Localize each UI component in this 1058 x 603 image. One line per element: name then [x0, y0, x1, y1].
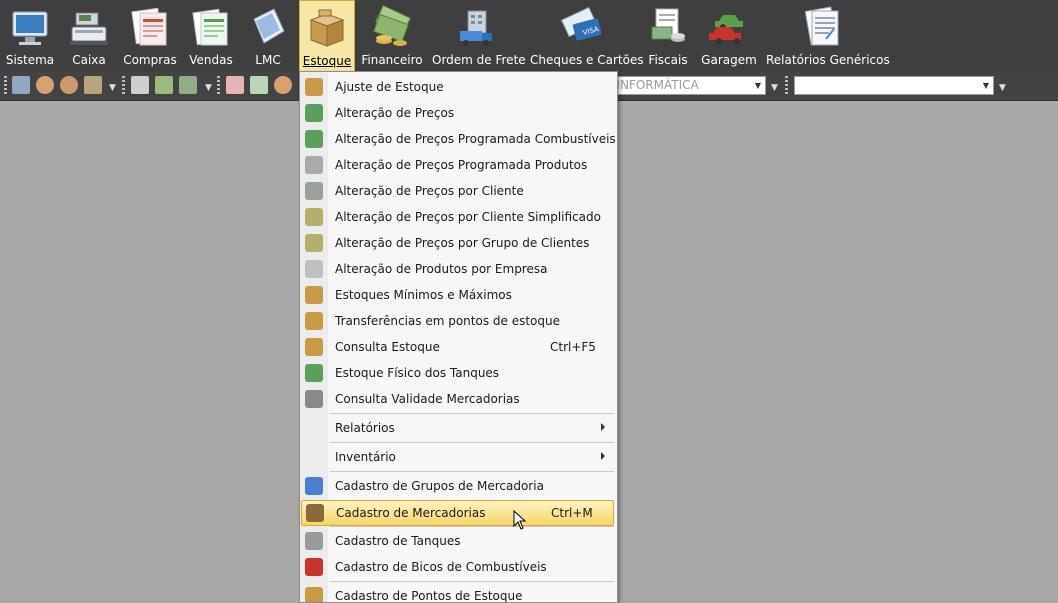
tools-icon[interactable] — [84, 76, 102, 94]
submenu-arrow-icon — [601, 423, 605, 431]
monitor-icon — [8, 5, 52, 49]
toolbar-dropdown-icon[interactable]: ▼ — [998, 76, 1007, 98]
menu-item-precos-grupo-clientes[interactable]: Alteração de Preços por Grupo de Cliente… — [300, 230, 617, 256]
ribbon-fiscais[interactable]: Fiscais — [642, 0, 694, 72]
groups-icon — [305, 477, 323, 495]
tanks-register-icon — [305, 532, 323, 550]
cash-tool-icon[interactable] — [179, 76, 197, 94]
ribbon-sistema[interactable]: Sistema — [2, 0, 58, 72]
menu-separator — [330, 471, 614, 472]
book-icon — [246, 5, 290, 49]
ribbon-garagem[interactable]: Garagem — [700, 0, 758, 72]
schedule-icon — [305, 156, 323, 174]
ribbon-relatorios-genericos[interactable]: Relatórios Genéricos — [766, 0, 890, 72]
stock-points-icon — [305, 587, 323, 602]
menu-separator — [330, 442, 614, 443]
company-select[interactable]: S INFORMÁTICA ▼ — [600, 76, 766, 95]
fuel-nozzle-icon — [305, 558, 323, 576]
toolbar-dropdown-icon[interactable]: ▼ — [108, 76, 117, 98]
toolbar-grip[interactable] — [785, 76, 788, 94]
menu-item-produtos-por-empresa[interactable]: Alteração de Produtos por Empresa — [300, 256, 617, 282]
ribbon-vendas[interactable]: Vendas — [185, 0, 237, 72]
invoice-icon — [128, 5, 172, 49]
report-icon — [800, 5, 844, 49]
submenu-arrow-icon — [601, 452, 605, 460]
menu-item-transferencias[interactable]: Transferências em pontos de estoque — [300, 308, 617, 334]
ribbon-estoque[interactable]: Estoque — [299, 0, 355, 72]
menu-item-cadastro-pontos-estoque[interactable]: Cadastro de Pontos de Estoque — [300, 583, 617, 602]
toolbar-grip[interactable] — [122, 76, 125, 94]
menu-item-precos-cliente-simplificado[interactable]: Alteração de Preços por Cliente Simplifi… — [300, 204, 617, 230]
menu-item-estoque-fisico-tanques[interactable]: Estoque Físico dos Tanques — [300, 360, 617, 386]
mouse-cursor-icon — [513, 510, 527, 530]
price-tag-icon — [305, 104, 323, 122]
menu-separator — [330, 526, 614, 527]
menu-item-estoques-minimos-maximos[interactable]: Estoques Mínimos e Máximos — [300, 282, 617, 308]
image-tool-icon[interactable] — [12, 76, 30, 94]
menu-separator — [330, 581, 614, 582]
client-price-simple-icon — [305, 208, 323, 226]
safe-icon — [305, 390, 323, 408]
chevron-down-icon: ▼ — [754, 81, 761, 90]
menu-item-precos-programada-produtos[interactable]: Alteração de Preços Programada Produtos — [300, 152, 617, 178]
cash-register-icon — [67, 5, 111, 49]
menu-separator — [330, 413, 614, 414]
main-ribbon: Sistema Caixa Compras Vendas LMC Estoque — [0, 0, 1058, 72]
menu-item-precos-por-cliente[interactable]: Alteração de Preços por Cliente — [300, 178, 617, 204]
money-tool-icon[interactable] — [155, 76, 173, 94]
money-icon — [370, 4, 414, 49]
menu-item-consulta-estoque[interactable]: Consulta Estoque Ctrl+F5 — [300, 334, 617, 360]
cars-icon — [707, 5, 751, 49]
min-max-icon — [305, 286, 323, 304]
boxes-icon — [305, 78, 323, 96]
menu-item-relatorios[interactable]: Relatórios — [300, 415, 617, 441]
transfer-icon — [305, 312, 323, 330]
chevron-down-icon: ▼ — [982, 81, 989, 90]
truck-icon — [454, 5, 498, 49]
secondary-select[interactable]: ▼ — [794, 76, 994, 95]
menu-item-cadastro-mercadorias[interactable]: Cadastro de Mercadorias Ctrl+M — [301, 500, 614, 526]
ribbon-ordem-de-frete[interactable]: Ordem de Frete — [432, 0, 526, 72]
toolbar-grip[interactable] — [217, 76, 220, 94]
merchandise-icon — [306, 504, 324, 522]
group-price-icon — [305, 234, 323, 252]
box-icon — [305, 6, 349, 50]
person-tool-icon[interactable] — [274, 76, 292, 94]
toolbar-dropdown-icon[interactable]: ▼ — [770, 76, 779, 98]
ribbon-financeiro[interactable]: Financeiro — [360, 0, 424, 72]
ribbon-cheques-e-cartoes[interactable]: VISA Cheques e Cartões — [530, 0, 644, 72]
sales-sheet-icon — [189, 5, 233, 49]
menu-item-cadastro-grupos-mercadoria[interactable]: Cadastro de Grupos de Mercadoria — [300, 473, 617, 499]
ribbon-compras[interactable]: Compras — [123, 0, 177, 72]
client-price-icon — [305, 182, 323, 200]
fiscal-icon — [646, 5, 690, 49]
estoque-dropdown-menu: Ajuste de Estoque Alteração de Preços Al… — [299, 71, 618, 603]
company-products-icon — [305, 260, 323, 278]
user-tool-icon[interactable] — [36, 76, 54, 94]
menu-item-precos-programada-combustiveis[interactable]: Alteração de Preços Programada Combustív… — [300, 126, 617, 152]
sheet-tool-icon[interactable] — [250, 76, 268, 94]
printer-icon[interactable] — [131, 76, 149, 94]
fuel-price-icon — [305, 130, 323, 148]
menu-item-cadastro-bicos[interactable]: Cadastro de Bicos de Combustíveis — [300, 554, 617, 580]
menu-item-inventario[interactable]: Inventário — [300, 444, 617, 470]
document-tool-icon[interactable] — [226, 76, 244, 94]
user-edit-icon[interactable] — [60, 76, 78, 94]
toolbar-grip[interactable] — [4, 76, 7, 94]
card-icon: VISA — [560, 5, 604, 49]
menu-item-consulta-validade[interactable]: Consulta Validade Mercadorias — [300, 386, 617, 412]
ribbon-lmc[interactable]: LMC — [243, 0, 293, 72]
tank-icon — [305, 364, 323, 382]
ribbon-caixa[interactable]: Caixa — [63, 0, 115, 72]
menu-item-alteracao-de-precos[interactable]: Alteração de Preços — [300, 100, 617, 126]
stock-query-icon — [305, 338, 323, 356]
toolbar-dropdown-icon[interactable]: ▼ — [204, 76, 213, 98]
menu-item-cadastro-tanques[interactable]: Cadastro de Tanques — [300, 528, 617, 554]
menu-item-ajuste-de-estoque[interactable]: Ajuste de Estoque — [300, 74, 617, 100]
